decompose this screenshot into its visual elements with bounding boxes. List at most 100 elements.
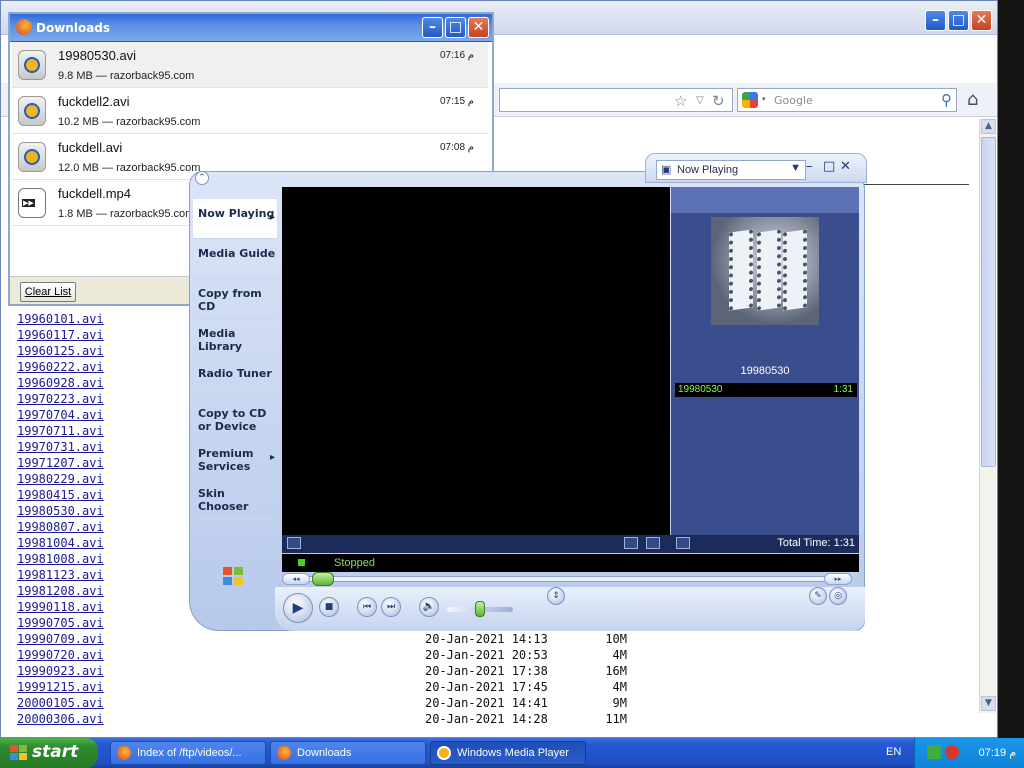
wmp-maximize-button[interactable]: □ bbox=[823, 159, 835, 174]
file-link[interactable]: 19990118.avi bbox=[17, 599, 104, 615]
downloads-close-button[interactable]: ✕ bbox=[468, 17, 489, 38]
file-link[interactable]: 19990705.avi bbox=[17, 615, 104, 631]
fit-video-icon[interactable] bbox=[624, 537, 638, 549]
seek-bar[interactable]: ◂◂ ▸▸ bbox=[282, 572, 859, 586]
dropdown-arrow-icon[interactable]: ▽ bbox=[696, 95, 704, 106]
file-link[interactable]: 19980229.avi bbox=[17, 471, 104, 487]
task-media-player[interactable]: Windows Media Player bbox=[430, 741, 586, 765]
bookmark-star-icon[interactable]: ☆ bbox=[674, 92, 687, 110]
download-meta: 1.8 MB — razorback95.com bbox=[58, 208, 195, 220]
wmp-close-button[interactable]: ✕ bbox=[840, 159, 851, 174]
home-icon[interactable]: ⌂ bbox=[967, 89, 978, 110]
start-button[interactable]: start bbox=[0, 738, 98, 768]
file-link[interactable]: 19980415.avi bbox=[17, 487, 104, 503]
file-link[interactable]: 19960928.avi bbox=[17, 375, 104, 391]
downloads-minimize-button[interactable]: – bbox=[422, 17, 443, 38]
minimize-button[interactable]: – bbox=[925, 10, 946, 31]
equalizer-icon[interactable]: ✎ bbox=[809, 587, 827, 605]
file-link[interactable]: 19970711.avi bbox=[17, 423, 104, 439]
network-icon[interactable] bbox=[927, 745, 941, 759]
google-icon[interactable] bbox=[742, 92, 758, 108]
file-link[interactable]: 19981123.avi bbox=[17, 567, 104, 583]
task-downloads[interactable]: Downloads bbox=[270, 741, 426, 765]
nav-item[interactable]: Media Library bbox=[193, 319, 277, 359]
file-link[interactable]: 19970704.avi bbox=[17, 407, 104, 423]
file-link[interactable]: 19991215.avi bbox=[17, 679, 104, 695]
chevron-down-icon[interactable]: ▼ bbox=[790, 162, 801, 174]
settings-icon[interactable]: ◎ bbox=[829, 587, 847, 605]
file-link[interactable]: 19971207.avi bbox=[17, 455, 104, 471]
close-button[interactable]: ✕ bbox=[971, 10, 992, 31]
playlist-toggle-icon[interactable] bbox=[676, 537, 690, 549]
maximize-button[interactable]: □ bbox=[948, 10, 969, 31]
play-button[interactable]: ▶ bbox=[283, 593, 313, 623]
file-link[interactable]: 19970731.avi bbox=[17, 439, 104, 455]
vertical-scrollbar[interactable]: ▲ ▼ bbox=[979, 119, 996, 713]
file-link[interactable]: 19981004.avi bbox=[17, 535, 104, 551]
download-item[interactable]: 19980530.avi 9.8 MB — razorback95.com 07:1… bbox=[12, 42, 488, 88]
video-toolbar: Total Time: 1:31 bbox=[282, 535, 859, 553]
switch-skin-mode-icon[interactable]: ⇕ bbox=[547, 587, 565, 605]
rewind-cap-icon[interactable]: ◂◂ bbox=[282, 573, 310, 585]
search-placeholder: Google bbox=[774, 94, 813, 107]
fullscreen-icon[interactable] bbox=[646, 537, 660, 549]
engine-dropdown-icon[interactable]: ▾ bbox=[762, 95, 766, 103]
nav-item[interactable]: Premium Services ▸ bbox=[193, 439, 277, 479]
seek-track[interactable] bbox=[286, 576, 852, 582]
file-link[interactable]: 19990720.avi bbox=[17, 647, 104, 663]
nav-item[interactable]: Radio Tuner bbox=[193, 359, 277, 399]
stop-button[interactable]: ■ bbox=[319, 597, 339, 617]
horizontal-rule bbox=[861, 184, 969, 185]
file-link[interactable]: 19960117.avi bbox=[17, 327, 104, 343]
task-browser[interactable]: Index of /ftp/videos/... bbox=[110, 741, 266, 765]
file-link[interactable]: 20000306.avi bbox=[17, 711, 104, 727]
chevron-right-icon[interactable]: ▸ bbox=[270, 211, 275, 224]
scroll-down-arrow[interactable]: ▼ bbox=[981, 696, 996, 711]
file-link[interactable]: 19980807.avi bbox=[17, 519, 104, 535]
volume-thumb[interactable] bbox=[475, 601, 485, 617]
download-item[interactable]: fuckdell2.avi 10.2 MB — razorback95.com 07… bbox=[12, 88, 488, 134]
collapse-menu-icon[interactable]: ⌃ bbox=[195, 171, 209, 185]
nav-item[interactable]: Copy from CD bbox=[193, 279, 277, 319]
nav-item[interactable]: Media Guide bbox=[193, 239, 277, 279]
chevron-right-icon[interactable]: ▸ bbox=[270, 451, 275, 464]
search-icon[interactable]: ⚲ bbox=[941, 91, 952, 109]
view-select[interactable]: ▣ Now Playing ▼ bbox=[656, 160, 806, 180]
language-indicator[interactable]: EN bbox=[886, 746, 901, 758]
nav-item[interactable]: Copy to CD or Device bbox=[193, 399, 277, 439]
nav-item[interactable]: Now Playing ▸ bbox=[193, 199, 277, 239]
file-link[interactable]: 19981008.avi bbox=[17, 551, 104, 567]
scroll-thumb[interactable] bbox=[981, 137, 996, 467]
file-link[interactable]: 19990709.avi bbox=[17, 631, 104, 647]
file-link[interactable]: 19970223.avi bbox=[17, 391, 104, 407]
nav-item[interactable]: Skin Chooser bbox=[193, 479, 277, 519]
download-time: 07:15 م bbox=[439, 96, 474, 107]
file-link[interactable]: 19990923.avi bbox=[17, 663, 104, 679]
file-link[interactable]: 19980530.avi bbox=[17, 503, 104, 519]
downloads-maximize-button[interactable]: □ bbox=[445, 17, 466, 38]
file-link[interactable]: 19981208.avi bbox=[17, 583, 104, 599]
video-area[interactable] bbox=[282, 187, 670, 535]
seek-thumb[interactable] bbox=[312, 572, 334, 586]
volume-slider[interactable] bbox=[447, 601, 513, 617]
playlist-row[interactable]: 19980530 1:31 bbox=[675, 383, 857, 397]
media-player-icon bbox=[437, 746, 451, 760]
security-shield-icon[interactable] bbox=[945, 745, 959, 759]
next-button[interactable]: ⏭ bbox=[381, 597, 401, 617]
url-bar[interactable]: ☆ ▽ ↻ bbox=[499, 88, 733, 112]
forward-cap-icon[interactable]: ▸▸ bbox=[824, 573, 852, 585]
downloads-title: Downloads bbox=[36, 21, 111, 35]
now-playing-icon: ▣ bbox=[661, 164, 672, 176]
wmp-minimize-button[interactable]: – bbox=[806, 159, 813, 174]
mute-button[interactable]: 🔈 bbox=[419, 597, 439, 617]
toggle-pane-icon[interactable] bbox=[287, 537, 301, 549]
reload-icon[interactable]: ↻ bbox=[712, 92, 725, 110]
file-link[interactable]: 19960222.avi bbox=[17, 359, 104, 375]
scroll-up-arrow[interactable]: ▲ bbox=[981, 119, 996, 134]
file-link[interactable]: 20000105.avi bbox=[17, 695, 104, 711]
file-link[interactable]: 19960101.avi bbox=[17, 311, 104, 327]
clear-list-button[interactable]: Clear List bbox=[20, 282, 76, 302]
search-box[interactable]: ▾ Google ⚲ bbox=[737, 88, 957, 112]
previous-button[interactable]: ⏮ bbox=[357, 597, 377, 617]
file-link[interactable]: 19960125.avi bbox=[17, 343, 104, 359]
